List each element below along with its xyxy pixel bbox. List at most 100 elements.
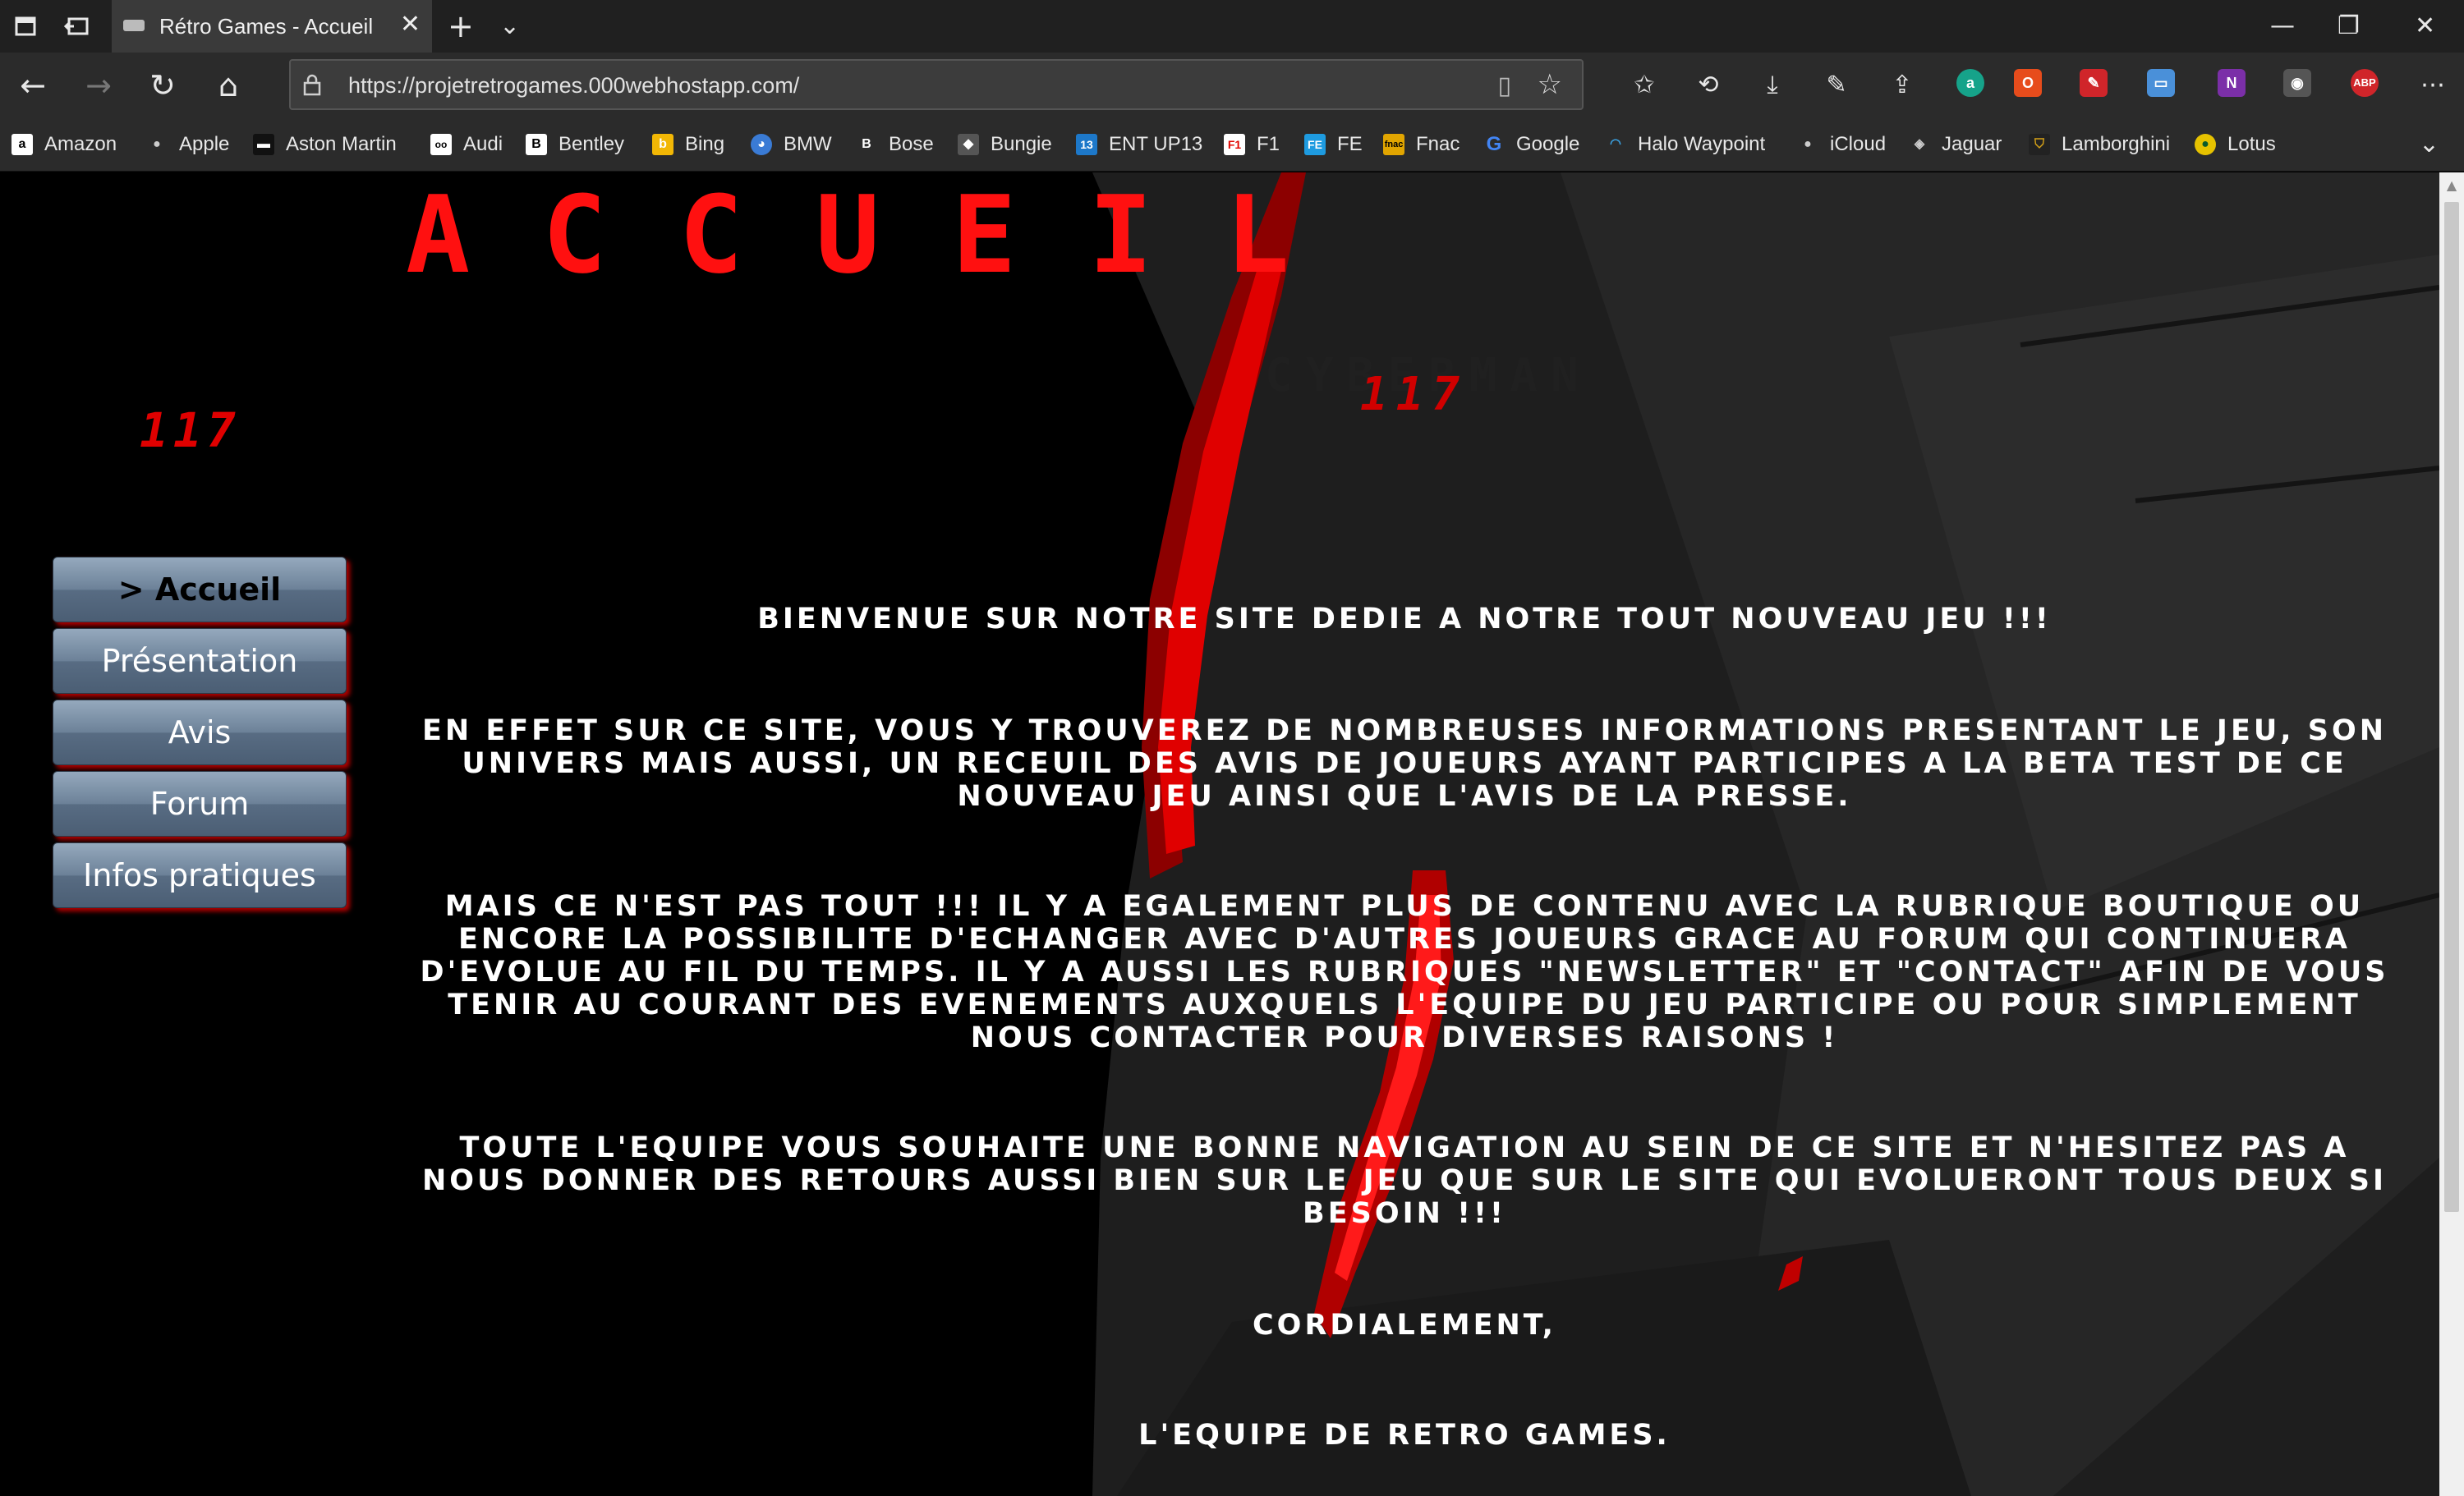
adblock-plus-icon[interactable]: ABP (2351, 69, 2379, 97)
audi-icon: oo (430, 134, 452, 155)
favorite-lamborghini[interactable]: ⛉ Lamborghini (2029, 130, 2170, 159)
favorite-apple[interactable]: ● Apple (146, 130, 229, 159)
bentley-icon: B (526, 134, 547, 155)
favorite-ent-up13[interactable]: 13 ENT UP13 (1076, 130, 1202, 159)
apple-icon: ● (153, 137, 161, 151)
favorite-amazon[interactable]: a Amazon (11, 130, 117, 159)
favorite-label: BMW (784, 133, 832, 155)
favorite-bungie[interactable]: ◆ Bungie (958, 130, 1052, 159)
lock-icon (302, 73, 322, 96)
jaguar-icon: ◈ (1914, 137, 1925, 151)
onenote-icon[interactable]: N (2218, 69, 2246, 97)
close-tab-icon[interactable]: ✕ (400, 10, 421, 39)
chevron-down-icon[interactable]: ⌄ (2419, 126, 2439, 163)
logo-number: 117 (140, 402, 241, 458)
favorite-label: FE (1337, 133, 1363, 155)
favorite-label: Jaguar (1942, 133, 2002, 155)
amazon-icon: a (11, 134, 33, 155)
set-tabs-aside-icon[interactable] (62, 11, 92, 41)
favorite-label: Halo Waypoint (1638, 133, 1766, 155)
page-title: ACCUEIL (406, 172, 1362, 297)
signature-greeting: CORDIALEMENT, (1253, 1309, 1556, 1342)
favorite-bmw[interactable]: ◕ BMW (751, 130, 832, 159)
scrollbar-thumb[interactable] (2444, 202, 2459, 1212)
tab-active[interactable]: Rétro Games - Accueil ✕ (112, 0, 432, 53)
tab-actions-icon[interactable] (11, 11, 41, 41)
new-tab-icon[interactable]: + (448, 8, 474, 44)
favorite-label: Bungie (991, 133, 1052, 155)
url-text[interactable]: https://projetretrogames.000webhostapp.c… (348, 71, 799, 100)
share-icon[interactable]: ⇪ (1884, 67, 1920, 103)
favorite-jaguar[interactable]: ◈ Jaguar (1909, 130, 2002, 159)
favorite-label: Bing (685, 133, 725, 155)
favorite-fnac[interactable]: fnac Fnac (1383, 130, 1460, 159)
web-note-icon[interactable]: ▭ (2147, 69, 2175, 97)
address-bar[interactable]: https://projetretrogames.000webhostapp.c… (289, 59, 1584, 110)
pen-icon[interactable]: ✎ (1818, 67, 1855, 103)
favorite-google[interactable]: G Google (1483, 130, 1580, 159)
favorite-label: Fnac (1416, 133, 1460, 155)
amazon-assistant-icon[interactable]: a (1956, 69, 1984, 97)
history-icon[interactable]: ⟲ (1690, 67, 1726, 103)
home-icon[interactable]: ⌂ (210, 67, 246, 103)
restore-icon[interactable]: ❐ (2338, 7, 2360, 46)
menu-button-accueil[interactable]: > Accueil (53, 557, 347, 622)
ghostery-icon[interactable]: ◉ (2283, 69, 2311, 97)
downloads-icon[interactable]: ⤓ (1754, 67, 1791, 103)
aston-martin-icon: ▬ (253, 134, 274, 155)
favorite-bose[interactable]: B Bose (856, 130, 934, 159)
favorite-star-icon[interactable]: ☆ (1538, 69, 1562, 100)
favorite-fe[interactable]: FE FE (1304, 130, 1363, 159)
favorite-icloud[interactable]: ● iCloud (1797, 130, 1886, 159)
menu-button-infos-pratiques[interactable]: Infos pratiques (53, 842, 347, 908)
closing-paragraph: TOUTE L'EQUIPE VOUS SOUHAITE UNE BONNE N… (422, 1131, 2387, 1230)
more-menu-icon[interactable]: ⋯ (2415, 67, 2451, 103)
favorite-f1[interactable]: F1 F1 (1224, 130, 1280, 159)
favorite-lotus[interactable]: ● Lotus (2195, 130, 2276, 159)
menu-button-avis[interactable]: Avis (53, 700, 347, 765)
reading-view-icon[interactable]: ▯ (1497, 72, 1511, 100)
favorite-label: F1 (1257, 133, 1280, 155)
scroll-up-icon[interactable]: ▲ (2439, 176, 2464, 195)
halo-icon: ◠ (1610, 137, 1621, 151)
fe-icon: FE (1304, 134, 1326, 155)
browser-navbar: ← → ↻ ⌂ https://projetretrogames.000webh… (0, 53, 2464, 118)
fnac-icon: fnac (1383, 134, 1404, 155)
favorite-label: Audi (463, 133, 503, 155)
favorite-audi[interactable]: oo Audi (430, 130, 503, 159)
favorites-icon[interactable]: ✩ (1626, 67, 1662, 103)
favorite-aston-martin[interactable]: ▬ Aston Martin (253, 130, 397, 159)
welcome-paragraph: BIENVENUE SUR NOTRE SITE DEDIE A NOTRE T… (757, 603, 2052, 636)
pdf-icon[interactable]: ✎ (2080, 69, 2108, 97)
web-page: ACCUEIL 117 CYBERMAN 117 > Accueil Prése… (0, 172, 2439, 1496)
browser-titlebar: Rétro Games - Accueil ✕ + ⌄ — ❐ ✕ (0, 0, 2464, 53)
bing-icon: b (652, 134, 673, 155)
chevron-down-icon[interactable]: ⌄ (499, 8, 520, 44)
intro-paragraph: EN EFFET SUR CE SITE, VOUS Y TROUVEREZ D… (421, 714, 2388, 813)
forward-icon[interactable]: → (80, 67, 117, 103)
favorite-label: Google (1516, 133, 1580, 155)
office-icon[interactable]: O (2014, 69, 2042, 97)
google-icon: G (1486, 133, 1502, 155)
favorite-bing[interactable]: b Bing (652, 130, 724, 159)
logo-number-overlay: 117 (1360, 368, 1469, 421)
favorite-label: Bentley (559, 133, 625, 155)
bose-icon: B (862, 137, 871, 151)
favorite-bentley[interactable]: B Bentley (526, 130, 624, 159)
tab-title: Rétro Games - Accueil (159, 14, 374, 39)
favorite-label: Apple (179, 133, 230, 155)
back-icon[interactable]: ← (15, 67, 51, 103)
favorite-halo-waypoint[interactable]: ◠ Halo Waypoint (1605, 130, 1765, 159)
menu-button-presentation[interactable]: Présentation (53, 628, 347, 694)
minimize-icon[interactable]: — (2270, 7, 2295, 46)
lamborghini-icon: ⛉ (2029, 134, 2050, 155)
favorite-label: Amazon (44, 133, 117, 155)
favorite-label: Bose (889, 133, 934, 155)
background-artwork (1092, 172, 2439, 1496)
favorite-label: Aston Martin (286, 133, 397, 155)
favorites-bar: a Amazon ● Apple ▬ Aston Martin oo Audi B Ben… (0, 118, 2464, 172)
close-window-icon[interactable]: ✕ (2415, 7, 2435, 46)
page-scrollbar[interactable]: ▲ (2439, 172, 2464, 1496)
refresh-icon[interactable]: ↻ (145, 67, 181, 103)
menu-button-forum[interactable]: Forum (53, 771, 347, 837)
